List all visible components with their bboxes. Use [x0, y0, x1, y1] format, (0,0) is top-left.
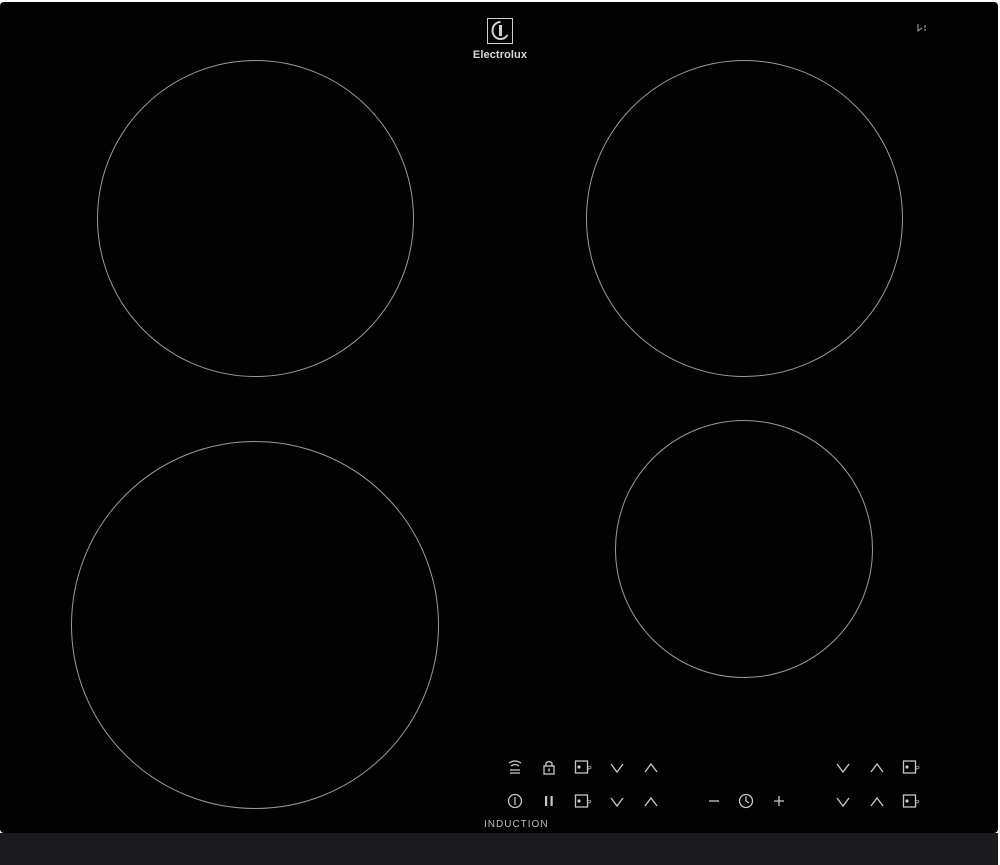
chevron-down-icon[interactable]: [834, 760, 852, 776]
hob-to-hood-icon[interactable]: [506, 759, 524, 775]
plus-icon[interactable]: [770, 793, 788, 809]
corner-mark-icon: [916, 19, 928, 32]
induction-hob-glass: Electrolux P P P P INDUCTION: [0, 2, 998, 833]
power-icon[interactable]: [506, 793, 524, 809]
lock-icon[interactable]: [540, 759, 558, 775]
brand-name: Electrolux: [472, 49, 528, 61]
chevron-down-icon[interactable]: [834, 794, 852, 810]
minus-icon[interactable]: [705, 793, 723, 809]
pause-icon[interactable]: [540, 793, 558, 809]
power-boost-icon[interactable]: P: [902, 793, 920, 809]
chevron-up-icon[interactable]: [868, 760, 886, 776]
svg-text:P: P: [915, 800, 920, 807]
chevron-down-icon[interactable]: [608, 760, 626, 776]
brand-logo: Electrolux: [470, 18, 530, 61]
cooking-zone-front-left: [71, 441, 439, 809]
svg-text:P: P: [915, 766, 920, 773]
svg-text:P: P: [587, 800, 592, 807]
chevron-up-icon[interactable]: [642, 760, 660, 776]
cooking-zone-front-right: [615, 420, 873, 678]
hob-front-edge: [0, 833, 998, 865]
chevron-down-icon[interactable]: [608, 794, 626, 810]
power-boost-icon[interactable]: P: [574, 793, 592, 809]
electrolux-logo-icon: [487, 18, 513, 44]
timer-icon[interactable]: [737, 793, 755, 809]
chevron-up-icon[interactable]: [868, 794, 886, 810]
cooking-zone-rear-left: [97, 60, 414, 377]
chevron-up-icon[interactable]: [642, 794, 660, 810]
power-boost-icon[interactable]: P: [902, 759, 920, 775]
power-boost-icon[interactable]: P: [574, 759, 592, 775]
cooking-zone-rear-right: [586, 60, 903, 377]
induction-label: INDUCTION: [484, 819, 549, 830]
svg-text:P: P: [587, 766, 592, 773]
